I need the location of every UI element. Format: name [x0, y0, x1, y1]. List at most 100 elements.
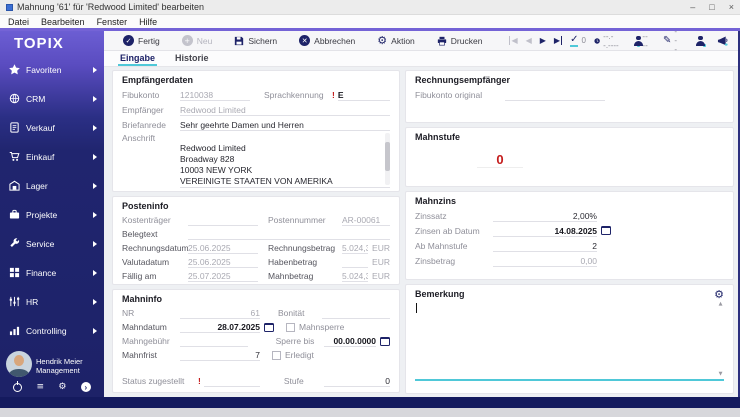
neu-button[interactable]: + Neu: [173, 35, 222, 46]
mahnsperre-checkbox[interactable]: Mahnsperre: [286, 322, 344, 332]
nav-first-icon[interactable]: ◀: [509, 36, 518, 45]
sidebar-item-controlling[interactable]: Controlling: [0, 316, 104, 345]
sidebar-item-service[interactable]: Service: [0, 229, 104, 258]
mahngebuehr-field[interactable]: [180, 335, 248, 347]
mahnfrist-label: Mahnfrist: [122, 350, 157, 360]
erledigt-checkbox[interactable]: Erledigt: [272, 350, 314, 360]
status-zugestellt-label: Status zugestellt: [122, 376, 185, 386]
chevron-right-icon: [93, 153, 97, 160]
scroll-down-icon[interactable]: ▼: [719, 371, 723, 377]
assignee-indicator[interactable]: ----: [633, 32, 649, 50]
minimize-button[interactable]: –: [690, 2, 695, 12]
sprachkennung-field[interactable]: E: [337, 89, 390, 101]
calendar-icon[interactable]: [601, 226, 611, 235]
kostentraeger-field[interactable]: [188, 214, 258, 226]
menu-hilfe[interactable]: Hilfe: [139, 17, 157, 27]
belegtext-field[interactable]: [188, 228, 390, 240]
rechnungsdatum-field[interactable]: 25.06.2025: [188, 242, 258, 254]
fibukonto-label: Fibukonto: [122, 89, 160, 100]
expand-arrow-icon[interactable]: ›: [80, 382, 91, 392]
bemerkung-field[interactable]: ▲ ▼: [415, 301, 724, 381]
task-count-indicator[interactable]: ✓ 0: [570, 34, 586, 47]
anschrift-field[interactable]: Redwood Limited Broadway 828 10003 NEW Y…: [180, 132, 390, 188]
card-title: Mahninfo: [122, 294, 162, 304]
abbrechen-label: Abbrechen: [314, 35, 356, 46]
close-button[interactable]: ×: [729, 2, 734, 12]
scroll-up-icon[interactable]: ▲: [719, 301, 723, 307]
fibukonto-original-field[interactable]: [505, 89, 605, 101]
ab-mahnstufe-label: Ab Mahnstufe: [415, 240, 468, 251]
fibukonto-field[interactable]: 1210038: [180, 89, 250, 101]
menu-fenster[interactable]: Fenster: [97, 17, 128, 27]
check-circle-icon: ✓: [123, 35, 134, 46]
faellig-am-field[interactable]: 25.07.2025: [188, 270, 258, 282]
briefanrede-field[interactable]: Sehr geehrte Damen und Herren: [180, 119, 390, 131]
sidebar-item-projekte[interactable]: Projekte: [0, 200, 104, 229]
calendar-icon[interactable]: [264, 322, 274, 332]
sidebar-item-verkauf[interactable]: Verkauf: [0, 113, 104, 142]
valutadatum-field[interactable]: 25.06.2025: [188, 256, 258, 268]
nav-next-icon[interactable]: ▶: [540, 36, 546, 45]
status-zugestellt-field[interactable]: [203, 375, 260, 387]
zinsen-ab-datum-field[interactable]: 14.08.2025: [493, 225, 597, 237]
nr-field[interactable]: 61: [180, 307, 260, 319]
notify-indicator[interactable]: [717, 35, 728, 46]
mahnfrist-field[interactable]: 7: [180, 349, 260, 361]
mahndatum-field[interactable]: 28.07.2025: [180, 321, 260, 333]
abbrechen-button[interactable]: ✕ Abbrechen: [290, 35, 364, 46]
nav-last-icon[interactable]: ▶: [554, 36, 563, 45]
zinsbetrag-field[interactable]: 0,00: [493, 255, 597, 267]
chevron-right-icon: [93, 66, 97, 73]
aktion-button[interactable]: ⚙ Aktion: [368, 35, 424, 46]
zinssatz-field[interactable]: 2,00%: [493, 210, 597, 222]
stufe-field[interactable]: 0: [323, 375, 390, 387]
sidebar-item-einkauf[interactable]: Einkauf: [0, 142, 104, 171]
sidebar-item-crm[interactable]: CRM: [0, 84, 104, 113]
mahnbetrag-field[interactable]: 5.024,35: [342, 270, 369, 282]
rechnungsbetrag-field[interactable]: 5.024,35: [342, 242, 369, 254]
maximize-button[interactable]: □: [709, 2, 714, 12]
user-avatar[interactable]: [6, 351, 32, 377]
card-title: Empfängerdaten: [122, 75, 194, 85]
menu-icon[interactable]: ≡: [37, 382, 45, 392]
sidebar-item-lager[interactable]: Lager: [0, 171, 104, 200]
sidebar-item-label: Lager: [26, 180, 48, 191]
bemerkung-scrollbar[interactable]: ▲ ▼: [717, 301, 724, 377]
power-icon[interactable]: [13, 380, 23, 392]
sidebar-item-finance[interactable]: Finance: [0, 258, 104, 287]
ab-mahnstufe-field[interactable]: 2: [493, 240, 597, 252]
sperre-bis-field[interactable]: 00.00.0000: [323, 335, 376, 347]
fertig-button[interactable]: ✓ Fertig: [114, 35, 169, 46]
sidebar-item-label: CRM: [26, 93, 46, 104]
drucken-button[interactable]: Drucken: [428, 36, 492, 46]
bonitaet-field[interactable]: [322, 307, 390, 319]
date-indicator[interactable]: --.--.----: [594, 32, 619, 50]
briefanrede-label: Briefanrede: [122, 119, 166, 130]
owner-indicator[interactable]: [695, 35, 706, 47]
sidebar-item-label: Einkauf: [26, 151, 55, 162]
nav-prev-icon[interactable]: ◀: [526, 36, 532, 45]
gear-icon[interactable]: ⚙: [58, 382, 66, 392]
tab-historie[interactable]: Historie: [173, 53, 211, 66]
card-title: Posteninfo: [122, 201, 169, 211]
postennummer-field[interactable]: AR-00061: [342, 214, 390, 226]
anschrift-label: Anschrift: [122, 133, 156, 143]
status-strip: [0, 397, 740, 408]
sidebar-item-favoriten[interactable]: Favoriten: [0, 55, 104, 84]
chevron-right-icon: [93, 240, 97, 247]
sichern-button[interactable]: Sichern: [225, 36, 286, 46]
drucken-label: Drucken: [450, 35, 483, 46]
sidebar-item-hr[interactable]: HR: [0, 287, 104, 316]
tab-eingabe[interactable]: Eingabe: [118, 53, 158, 66]
menu-datei[interactable]: Datei: [8, 17, 29, 27]
anschrift-scrollbar[interactable]: [385, 133, 390, 185]
mahnstufe-value[interactable]: 0: [477, 152, 523, 168]
editor-indicator[interactable]: ✎ ---: [663, 27, 677, 54]
menu-bearbeiten[interactable]: Bearbeiten: [41, 17, 85, 27]
calendar-icon[interactable]: [380, 336, 390, 346]
assignee-placeholder: ----: [642, 31, 648, 50]
habenbetrag-field[interactable]: [342, 256, 369, 268]
empfaenger-field[interactable]: Redwood Limited: [180, 104, 390, 116]
warehouse-icon: [9, 180, 20, 191]
settings-gear-icon[interactable]: ⚙: [714, 289, 724, 300]
